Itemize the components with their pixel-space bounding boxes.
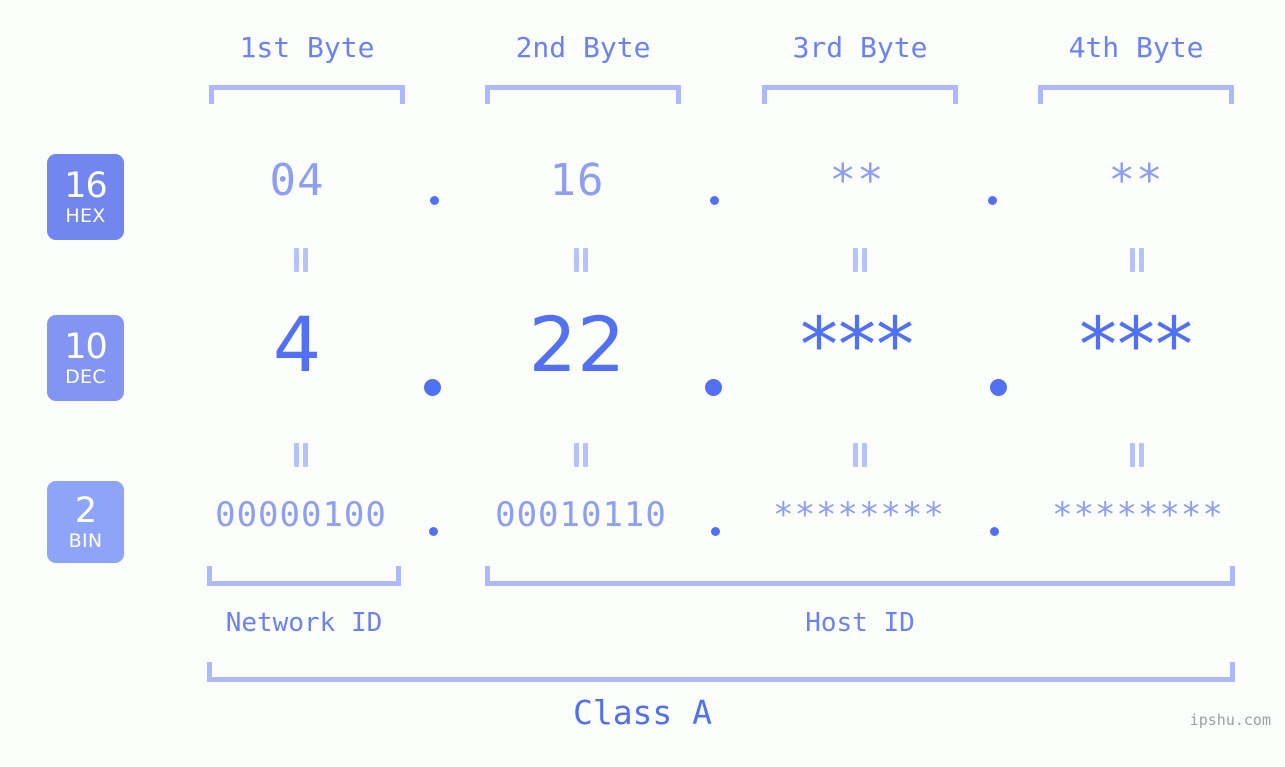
byte-header-2: 2nd Byte xyxy=(515,31,651,64)
dec-separator-dot-2 xyxy=(705,379,722,396)
equals-connector-hex-dec-4 xyxy=(1125,248,1149,272)
watermark: ipshu.com xyxy=(1189,711,1271,729)
hex-separator-dot-3 xyxy=(988,196,997,205)
radix-badge-hex-base: 16 xyxy=(64,165,108,206)
radix-badge-hex: 16 HEX xyxy=(47,154,124,240)
hex-byte-2: 16 xyxy=(549,155,605,206)
bin-separator-dot-2 xyxy=(711,527,720,536)
class-label: Class A xyxy=(572,693,713,732)
equals-connector-hex-dec-3 xyxy=(848,248,872,272)
radix-badge-dec-name: DEC xyxy=(65,365,106,388)
byte-bracket-4 xyxy=(1038,85,1234,104)
byte-header-4: 4th Byte xyxy=(1068,31,1204,64)
radix-badge-dec: 10 DEC xyxy=(47,315,124,401)
bin-separator-dot-3 xyxy=(990,527,999,536)
equals-connector-dec-bin-3 xyxy=(848,443,872,467)
host-id-label: Host ID xyxy=(805,608,915,638)
equals-connector-dec-bin-2 xyxy=(569,443,593,467)
equals-connector-dec-bin-1 xyxy=(289,443,313,467)
byte-header-1: 1st Byte xyxy=(239,31,375,64)
byte-header-3: 3rd Byte xyxy=(792,31,928,64)
hex-byte-4: ** xyxy=(1108,155,1164,206)
dec-byte-4: *** xyxy=(1079,300,1193,389)
class-bracket xyxy=(207,662,1235,682)
network-id-label: Network ID xyxy=(225,608,383,638)
bin-byte-4: ******** xyxy=(1052,495,1224,535)
equals-connector-hex-dec-2 xyxy=(569,248,593,272)
radix-badge-bin-base: 2 xyxy=(74,490,97,531)
radix-badge-bin-name: BIN xyxy=(68,529,103,552)
bin-byte-2: 00010110 xyxy=(495,495,667,535)
dec-byte-2: 22 xyxy=(528,300,626,389)
host-id-bracket xyxy=(485,566,1235,586)
byte-bracket-3 xyxy=(762,85,958,104)
byte-bracket-1 xyxy=(209,85,405,104)
dec-byte-1: 4 xyxy=(272,300,322,389)
network-id-bracket xyxy=(207,566,401,586)
hex-separator-dot-1 xyxy=(430,196,439,205)
dec-separator-dot-3 xyxy=(990,379,1007,396)
dec-separator-dot-1 xyxy=(424,379,441,396)
bin-separator-dot-1 xyxy=(429,527,438,536)
bin-byte-1: 00000100 xyxy=(215,495,387,535)
radix-badge-bin: 2 BIN xyxy=(47,481,124,563)
byte-bracket-2 xyxy=(485,85,681,104)
radix-badge-dec-base: 10 xyxy=(64,326,108,367)
radix-badge-hex-name: HEX xyxy=(65,204,106,227)
ip-address-breakdown-diagram: 1st Byte 2nd Byte 3rd Byte 4th Byte 16 H… xyxy=(0,0,1285,767)
dec-byte-3: *** xyxy=(800,300,914,389)
equals-connector-hex-dec-1 xyxy=(289,248,313,272)
hex-byte-3: ** xyxy=(829,155,885,206)
hex-separator-dot-2 xyxy=(710,196,719,205)
bin-byte-3: ******** xyxy=(773,495,945,535)
equals-connector-dec-bin-4 xyxy=(1125,443,1149,467)
hex-byte-1: 04 xyxy=(269,155,325,206)
